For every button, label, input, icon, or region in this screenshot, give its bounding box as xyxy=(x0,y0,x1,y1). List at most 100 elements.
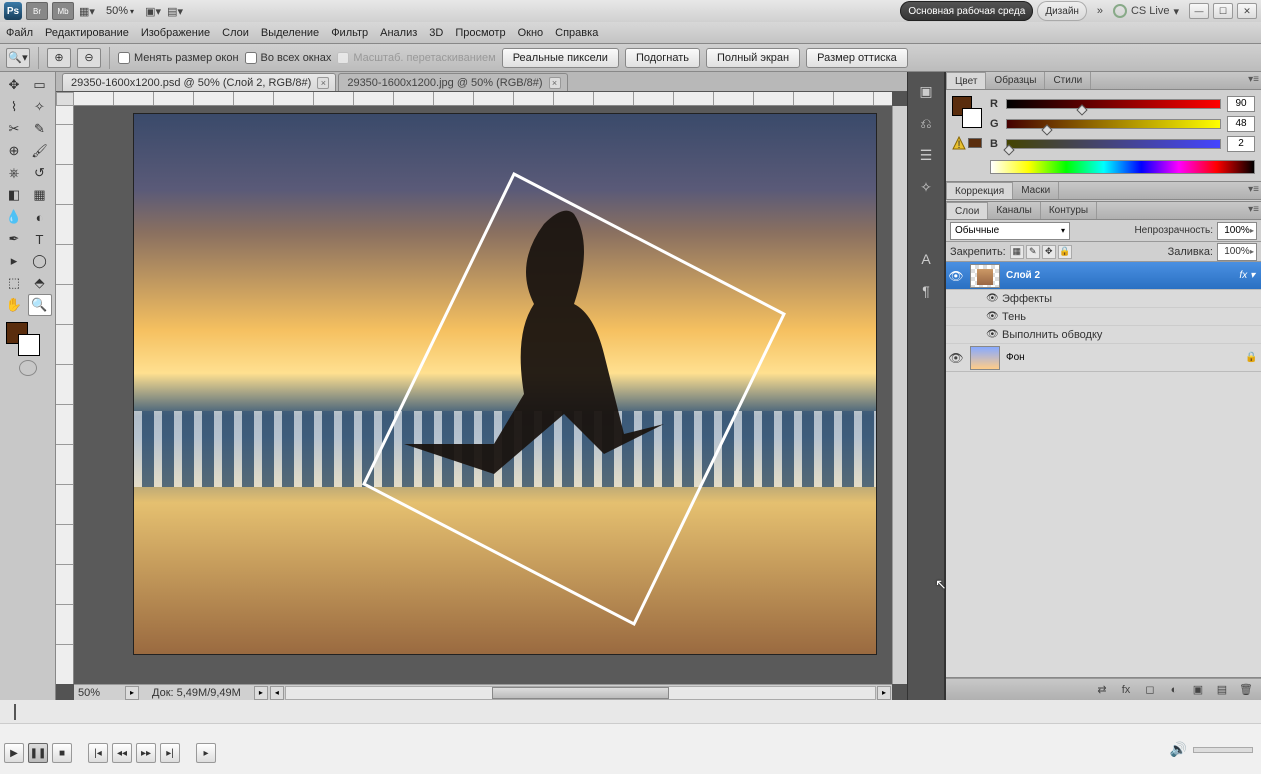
lock-position-icon[interactable]: ✥ xyxy=(1042,245,1056,259)
character-panel-icon[interactable]: A xyxy=(915,248,937,270)
cslive-button[interactable]: CS Live▾ xyxy=(1113,4,1185,18)
background-swatch[interactable] xyxy=(18,334,40,356)
delete-layer-icon[interactable]: 🗑 xyxy=(1237,682,1255,698)
layer-style-icon[interactable]: fx xyxy=(1117,682,1135,698)
layer-thumbnail[interactable] xyxy=(970,264,1000,288)
path-select-tool[interactable]: ▸ xyxy=(2,250,26,272)
minibridge-button[interactable]: Mb xyxy=(52,2,74,20)
new-layer-icon[interactable]: ▤ xyxy=(1213,682,1231,698)
visibility-icon[interactable]: 👁 xyxy=(946,351,966,365)
eraser-tool[interactable]: ◧ xyxy=(2,184,26,206)
pen-tool[interactable]: ✒ xyxy=(2,228,26,250)
workspace-main-button[interactable]: Основная рабочая среда xyxy=(900,1,1033,21)
player-timeline[interactable] xyxy=(0,700,1261,724)
menu-3d[interactable]: 3D xyxy=(429,27,443,39)
info-menu-icon[interactable]: ▸ xyxy=(254,686,268,700)
ruler-vertical[interactable] xyxy=(56,106,74,684)
zoom-value[interactable]: 50% xyxy=(74,687,124,699)
color-swatches[interactable] xyxy=(0,318,55,358)
gradient-tool[interactable]: ▦ xyxy=(28,184,52,206)
tab-styles[interactable]: Стили xyxy=(1045,72,1091,89)
properties-panel-icon[interactable]: ☰ xyxy=(915,144,937,166)
shape-tool[interactable]: ◯ xyxy=(28,250,52,272)
quick-mask-button[interactable] xyxy=(19,360,37,376)
fx-indicator[interactable]: fx ▾ xyxy=(1239,270,1261,281)
healing-tool[interactable]: ⊕ xyxy=(2,140,26,162)
actual-pixels-button[interactable]: Реальные пиксели xyxy=(502,48,619,68)
stop-button[interactable]: ■ xyxy=(52,743,72,763)
menu-edit[interactable]: Редактирование xyxy=(45,27,129,39)
document-tab-1[interactable]: 29350-1600x1200.psd @ 50% (Слой 2, RGB/8… xyxy=(62,73,336,91)
prev-track-button[interactable]: |◂ xyxy=(88,743,108,763)
menu-filter[interactable]: Фильтр xyxy=(331,27,368,39)
rewind-button[interactable]: ◂◂ xyxy=(112,743,132,763)
tab-color[interactable]: Цвет xyxy=(946,72,986,89)
resize-windows-checkbox[interactable]: Менять размер окон xyxy=(118,52,239,64)
layer-row-layer2[interactable]: 👁 Слой 2 fx ▾ xyxy=(946,262,1261,290)
wand-tool[interactable]: ✧ xyxy=(28,96,52,118)
fill-value[interactable]: 100% xyxy=(1217,243,1257,261)
link-layers-icon[interactable]: ⇄ xyxy=(1093,682,1111,698)
extras-button[interactable]: ▤▾ xyxy=(166,2,184,20)
forward-button[interactable]: ▸▸ xyxy=(136,743,156,763)
lock-transparency-icon[interactable]: ▦ xyxy=(1010,245,1024,259)
all-windows-checkbox[interactable]: Во всех окнах xyxy=(245,52,332,64)
workspace-design-button[interactable]: Дизайн xyxy=(1037,1,1087,21)
crop-tool[interactable]: ✂ xyxy=(2,118,26,140)
ruler-origin[interactable] xyxy=(56,92,74,106)
b-slider[interactable] xyxy=(1006,139,1221,149)
document-tab-2[interactable]: 29350-1600x1200.jpg @ 50% (RGB/8#)× xyxy=(338,73,567,91)
volume-icon[interactable]: 🔊 xyxy=(1170,741,1187,758)
zoom-out-icon[interactable]: ⊖ xyxy=(77,48,101,68)
panel-menu-icon[interactable]: ▾≡ xyxy=(1248,184,1259,195)
visibility-icon[interactable]: 👁 xyxy=(946,269,966,283)
arrange-docs-button[interactable]: ▦▾ xyxy=(78,2,96,20)
zoom-menu-icon[interactable]: ▸ xyxy=(125,686,139,700)
tab-layers[interactable]: Слои xyxy=(946,202,988,219)
close-icon[interactable]: × xyxy=(317,77,329,89)
layer-name[interactable]: Фон xyxy=(1004,352,1245,363)
menu-file[interactable]: Файл xyxy=(6,27,33,39)
3d-tool[interactable]: ⬚ xyxy=(2,272,26,294)
horizontal-scrollbar[interactable] xyxy=(285,686,876,700)
type-tool[interactable]: T xyxy=(28,228,52,250)
fit-screen-button[interactable]: Подогнать xyxy=(625,48,700,68)
brushes-panel-icon[interactable]: ✧ xyxy=(915,176,937,198)
screen-mode-button[interactable]: ▣▾ xyxy=(144,2,162,20)
close-button[interactable]: ✕ xyxy=(1237,3,1257,19)
r-value[interactable]: 90 xyxy=(1227,96,1255,112)
menu-view[interactable]: Просмотр xyxy=(455,27,505,39)
maximize-button[interactable]: ☐ xyxy=(1213,3,1233,19)
dodge-tool[interactable]: ◐ xyxy=(28,206,52,228)
layer-effect-stroke[interactable]: 👁Выполнить обводку xyxy=(946,326,1261,344)
tab-channels[interactable]: Каналы xyxy=(988,202,1041,219)
menu-window[interactable]: Окно xyxy=(518,27,544,39)
stamp-tool[interactable]: ⎈ xyxy=(2,162,26,184)
g-slider[interactable] xyxy=(1006,119,1221,129)
panel-menu-icon[interactable]: ▾≡ xyxy=(1248,204,1259,215)
zoom-select[interactable]: 50% xyxy=(100,5,140,17)
menu-image[interactable]: Изображение xyxy=(141,27,210,39)
menu-analysis[interactable]: Анализ xyxy=(380,27,417,39)
zoom-in-icon[interactable]: ⊕ xyxy=(47,48,71,68)
tab-paths[interactable]: Контуры xyxy=(1041,202,1097,219)
layer-effects-row[interactable]: 👁Эффекты xyxy=(946,290,1261,308)
menu-help[interactable]: Справка xyxy=(555,27,598,39)
step-button[interactable]: ▸ xyxy=(196,743,216,763)
lasso-tool[interactable]: ⌇ xyxy=(2,96,26,118)
play-button[interactable]: ▶ xyxy=(4,743,24,763)
next-track-button[interactable]: ▸| xyxy=(160,743,180,763)
full-screen-button[interactable]: Полный экран xyxy=(706,48,800,68)
layer-name[interactable]: Слой 2 xyxy=(1004,270,1239,281)
3d-camera-tool[interactable]: ⬘ xyxy=(28,272,52,294)
eyedropper-tool[interactable]: ✎ xyxy=(28,118,52,140)
minimize-button[interactable]: — xyxy=(1189,3,1209,19)
pause-button[interactable]: ❚❚ xyxy=(28,743,48,763)
actions-panel-icon[interactable]: ⎌ xyxy=(915,112,937,134)
history-panel-icon[interactable]: ▣ xyxy=(915,80,937,102)
brush-tool[interactable]: 🖌 xyxy=(28,140,52,162)
b-value[interactable]: 2 xyxy=(1227,136,1255,152)
layer-effect-shadow[interactable]: 👁Тень xyxy=(946,308,1261,326)
opacity-value[interactable]: 100% xyxy=(1217,222,1257,240)
print-size-button[interactable]: Размер оттиска xyxy=(806,48,908,68)
